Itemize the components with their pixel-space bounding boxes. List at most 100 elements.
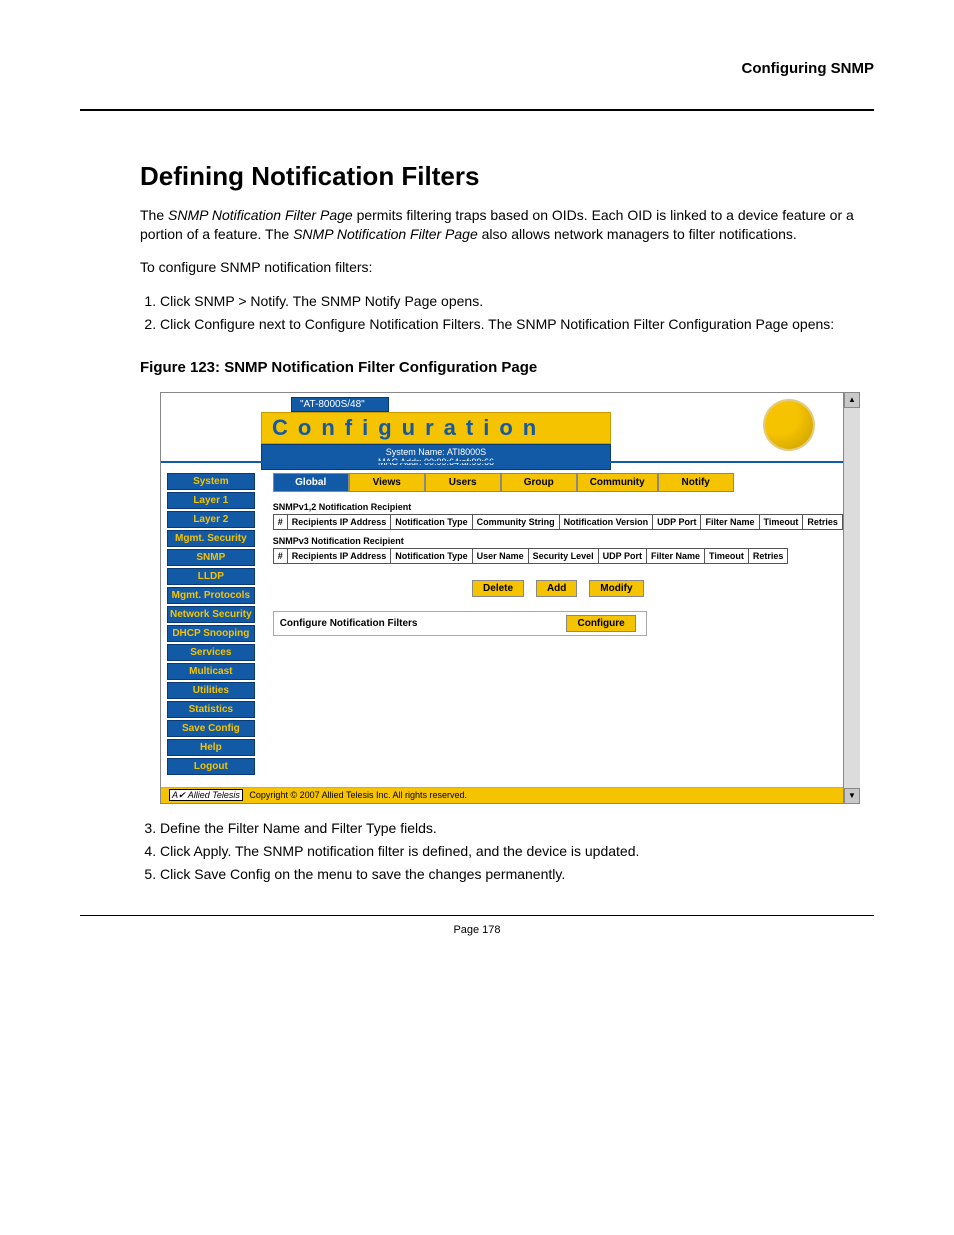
delete-button[interactable]: Delete <box>472 580 524 597</box>
tab-notify[interactable]: Notify <box>658 473 734 492</box>
step-2: Click Configure next to Configure Notifi… <box>160 314 874 335</box>
text: . The <box>481 316 517 332</box>
section-title: Defining Notification Filters <box>140 161 874 192</box>
app-body: System Layer 1 Layer 2 Mgmt. Security SN… <box>161 463 843 787</box>
sidebar-item-mgmt-protocols[interactable]: Mgmt. Protocols <box>167 587 255 604</box>
add-button[interactable]: Add <box>536 580 577 597</box>
modify-button[interactable]: Modify <box>589 580 643 597</box>
col-timeout: Timeout <box>705 548 749 563</box>
snmpv3-table: # Recipients IP Address Notification Typ… <box>273 548 789 564</box>
bottom-rule <box>80 915 874 916</box>
col-security-level: Security Level <box>528 548 598 563</box>
configure-filters-row: Configure Notification Filters Configure <box>273 611 647 636</box>
tab-views[interactable]: Views <box>349 473 425 492</box>
menu-ref: Save Config <box>194 866 270 882</box>
table-header-row: # Recipients IP Address Notification Typ… <box>273 548 788 563</box>
tab-bar: Global Views Users Group Community Notif… <box>273 473 843 492</box>
sidebar-item-lldp[interactable]: LLDP <box>167 568 255 585</box>
intro-paragraph-1: The SNMP Notification Filter Page permit… <box>140 206 874 244</box>
col-recipients-ip: Recipients IP Address <box>287 548 391 563</box>
figure-caption: Figure 123: SNMP Notification Filter Con… <box>140 359 874 376</box>
text: . The <box>285 293 321 309</box>
button-ref: Apply <box>193 843 227 859</box>
steps-bottom: Define the Filter Name and Filter Type f… <box>140 818 874 885</box>
sidebar-item-network-security[interactable]: Network Security <box>167 606 255 623</box>
tab-group[interactable]: Group <box>501 473 577 492</box>
step-5: Click Save Config on the menu to save th… <box>160 864 874 885</box>
sidebar-item-logout[interactable]: Logout <box>167 758 255 775</box>
menu-path: SNMP > Notify <box>194 293 285 309</box>
tab-global[interactable]: Global <box>273 473 349 492</box>
col-user-name: User Name <box>472 548 528 563</box>
device-tab: "AT-8000S/48" <box>291 397 389 412</box>
snmpv12-label: SNMPv1,2 Notification Recipient <box>273 502 843 512</box>
footer-logo: A✔ Allied Telesis <box>169 789 243 801</box>
page-ref: SNMP Notification Filter Page <box>293 226 478 242</box>
page-ref: SNMP Notification Filter Configuration P… <box>516 316 788 332</box>
scroll-down-icon[interactable]: ▼ <box>844 788 860 804</box>
app-title: Configuration <box>261 412 611 444</box>
step-3: Define the Filter Name and Filter Type f… <box>160 818 874 839</box>
sidebar-item-system[interactable]: System <box>167 473 255 490</box>
sidebar-item-save-config[interactable]: Save Config <box>167 720 255 737</box>
sidebar-item-layer1[interactable]: Layer 1 <box>167 492 255 509</box>
field-ref: Filter Name <box>228 820 300 836</box>
intro-paragraph-2: To configure SNMP notification filters: <box>140 258 874 277</box>
text: Click <box>160 293 194 309</box>
text: opens: <box>788 316 834 332</box>
col-notif-type: Notification Type <box>391 514 472 529</box>
snmpv12-table: # Recipients IP Address Notification Typ… <box>273 514 843 530</box>
sidebar-item-multicast[interactable]: Multicast <box>167 663 255 680</box>
col-retries: Retries <box>803 514 843 529</box>
text: fields. <box>396 820 436 836</box>
field-ref: Filter Type <box>331 820 396 836</box>
button-ref: Configure <box>194 316 255 332</box>
col-udp-port: UDP Port <box>653 514 701 529</box>
app-window: "AT-8000S/48" Configuration System Name:… <box>160 392 844 804</box>
content-area: Global Views Users Group Community Notif… <box>261 463 855 787</box>
configure-filters-label: Configure Notification Filters <box>280 618 418 629</box>
text: on the menu to save the changes permanen… <box>271 866 566 882</box>
col-notif-type: Notification Type <box>391 548 472 563</box>
label-ref: Configure Notification Filters <box>305 316 481 332</box>
sidebar-nav: System Layer 1 Layer 2 Mgmt. Security SN… <box>161 463 261 787</box>
tab-community[interactable]: Community <box>577 473 658 492</box>
col-community-string: Community String <box>472 514 559 529</box>
vertical-scrollbar[interactable]: ▲ ▼ <box>844 392 860 804</box>
page-ref: SNMP Notification Filter Page <box>168 207 353 223</box>
scroll-up-icon[interactable]: ▲ <box>844 392 860 408</box>
col-num: # <box>273 514 287 529</box>
sidebar-item-snmp[interactable]: SNMP <box>167 549 255 566</box>
step-4: Click Apply. The SNMP notification filte… <box>160 841 874 862</box>
table-header-row: # Recipients IP Address Notification Typ… <box>273 514 842 529</box>
text: Click <box>160 316 194 332</box>
figure-123: "AT-8000S/48" Configuration System Name:… <box>160 392 844 804</box>
system-name: System Name: ATI8000S <box>386 447 486 457</box>
col-retries: Retries <box>748 548 788 563</box>
col-filter-name: Filter Name <box>647 548 705 563</box>
page-number: Page 178 <box>80 924 874 936</box>
app-banner: "AT-8000S/48" Configuration System Name:… <box>161 393 843 463</box>
sidebar-item-dhcp-snooping[interactable]: DHCP Snooping <box>167 625 255 642</box>
page-ref: SNMP Notify Page <box>321 293 437 309</box>
sidebar-item-mgmt-security[interactable]: Mgmt. Security <box>167 530 255 547</box>
sidebar-item-help[interactable]: Help <box>167 739 255 756</box>
configure-button[interactable]: Configure <box>566 615 635 632</box>
action-buttons: Delete Add Modify <box>273 578 843 597</box>
sidebar-item-layer2[interactable]: Layer 2 <box>167 511 255 528</box>
tab-users[interactable]: Users <box>425 473 501 492</box>
text: Click <box>160 866 194 882</box>
col-timeout: Timeout <box>759 514 803 529</box>
sidebar-item-utilities[interactable]: Utilities <box>167 682 255 699</box>
logo-icon <box>765 401 813 449</box>
sidebar-item-statistics[interactable]: Statistics <box>167 701 255 718</box>
col-filter-name: Filter Name <box>701 514 759 529</box>
text: . The SNMP notification filter is define… <box>227 843 639 859</box>
text: Define the <box>160 820 228 836</box>
sidebar-item-services[interactable]: Services <box>167 644 255 661</box>
text: also allows network managers to filter n… <box>478 226 797 242</box>
text: next to <box>255 316 305 332</box>
col-recipients-ip: Recipients IP Address <box>287 514 391 529</box>
top-rule <box>80 109 874 111</box>
col-notif-version: Notification Version <box>559 514 653 529</box>
